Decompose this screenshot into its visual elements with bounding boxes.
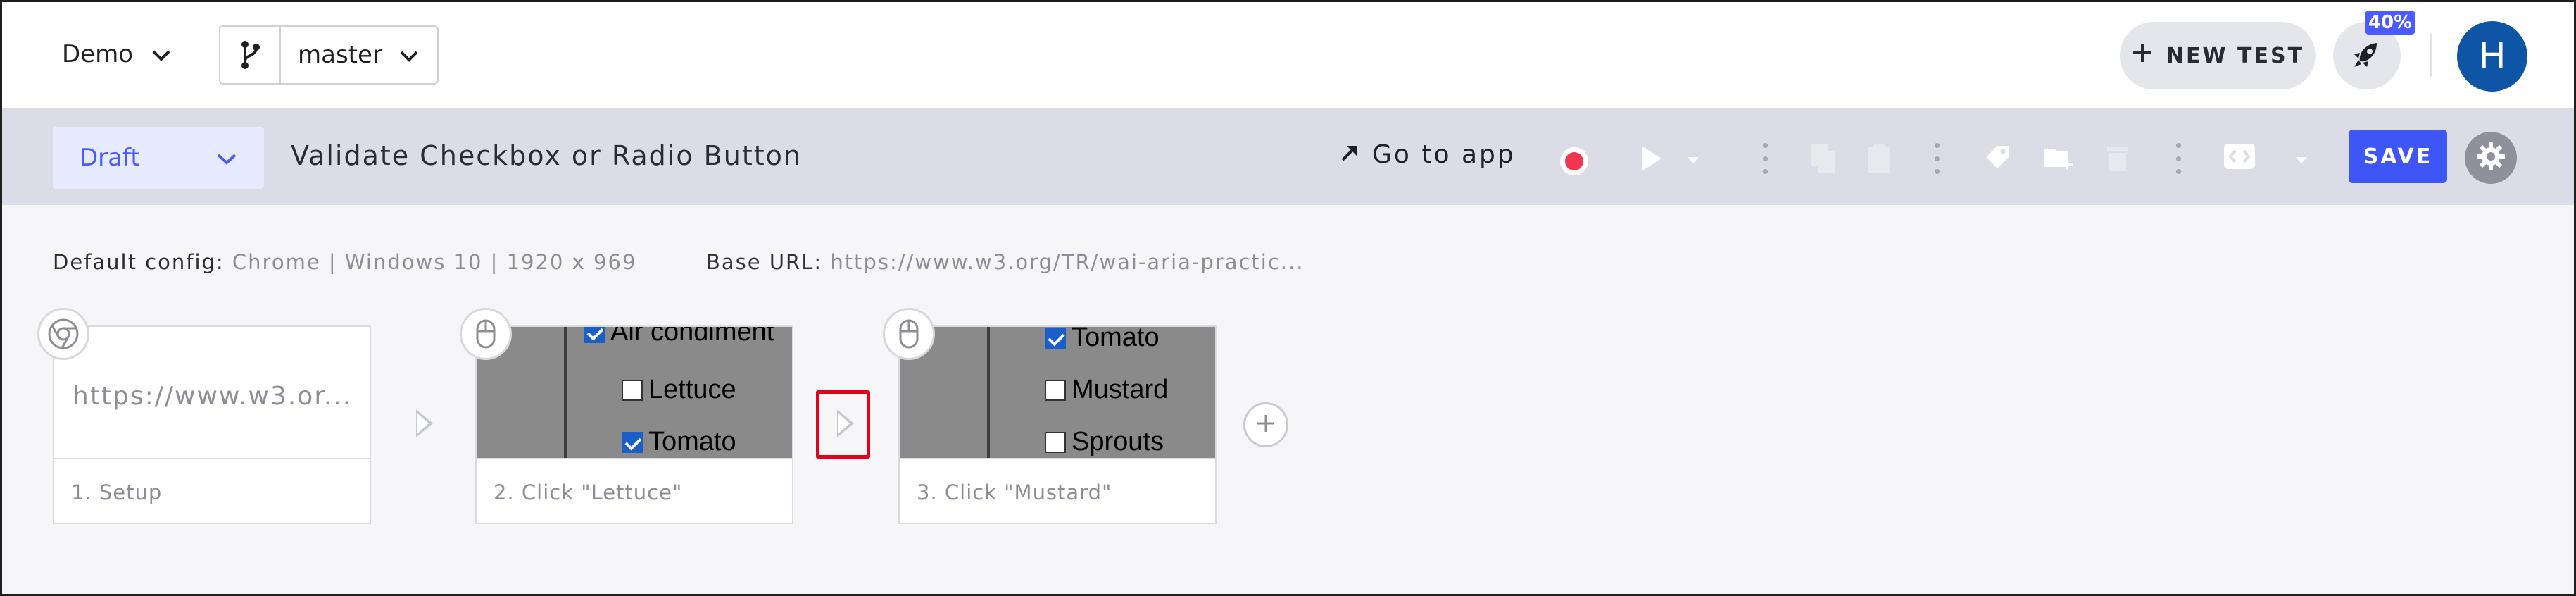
notification-badge: 40%	[2365, 11, 2415, 35]
record-icon	[1565, 152, 1583, 170]
step-screenshot: Air condiment Lettuce Tomato	[477, 327, 792, 458]
record-button[interactable]	[1560, 147, 1588, 175]
step-connector-inner	[417, 414, 429, 433]
top-bar: Demo master NEW TEST 40% H	[2, 2, 2574, 108]
rocket-icon	[2351, 39, 2382, 73]
plus-icon	[1255, 413, 1276, 437]
mouse-icon	[883, 308, 935, 360]
clipboard-icon	[1866, 143, 1892, 177]
run-button[interactable]	[1639, 143, 1664, 177]
delete-button[interactable]	[2106, 143, 2130, 175]
screenshot-row: Air condiment	[584, 327, 774, 347]
go-to-app-button[interactable]: Go to app	[1340, 140, 1516, 169]
tag-button[interactable]	[1983, 143, 2011, 174]
copy-icon	[1809, 143, 1836, 177]
default-config[interactable]: Default config: Chrome | Windows 10 | 19…	[53, 250, 636, 274]
chevron-down-icon	[399, 41, 419, 69]
default-config-value: Chrome | Windows 10 | 1920 x 969	[232, 250, 637, 274]
screenshot-row: Lettuce	[622, 375, 736, 405]
trash-icon	[2106, 143, 2130, 175]
tag-icon	[1983, 143, 2011, 174]
run-options-dropdown[interactable]	[1687, 154, 1699, 168]
branch-name: master	[298, 41, 382, 69]
add-to-folder-button[interactable]	[2043, 143, 2074, 174]
screenshot-row: Tomato	[622, 427, 736, 457]
folder-plus-icon	[2043, 143, 2074, 174]
base-url-label: Base URL:	[706, 250, 823, 274]
chevron-down-icon	[216, 144, 237, 172]
step-screenshot: Tomato Mustard Sprouts	[900, 327, 1215, 458]
avatar[interactable]: H	[2457, 21, 2527, 92]
caret-down-icon	[2295, 154, 2308, 168]
base-url[interactable]: Base URL: https://www.w3.org/TR/wai-aria…	[706, 250, 1304, 274]
arrow-up-right-icon	[1340, 140, 1359, 169]
step-caption: 1. Setup	[54, 458, 370, 524]
app-frame: Demo master NEW TEST 40% H Draft Validat…	[0, 0, 2576, 596]
step-card[interactable]: Air condiment Lettuce Tomato 2. Click "L…	[475, 325, 793, 524]
mouse-icon	[460, 308, 512, 360]
step-card[interactable]: https://www.w3.or... 1. Setup	[53, 325, 371, 524]
plus-icon	[2131, 42, 2154, 70]
git-branch-icon	[220, 27, 281, 83]
status-dropdown[interactable]: Draft	[53, 127, 264, 189]
status-label: Draft	[80, 144, 140, 172]
caret-down-icon	[1687, 154, 1699, 168]
gear-icon	[2475, 141, 2506, 175]
play-icon	[1639, 143, 1664, 177]
code-options-dropdown[interactable]	[2295, 154, 2308, 168]
step-caption: 3. Click "Mustard"	[900, 458, 1215, 524]
paste-button[interactable]	[1866, 143, 1892, 177]
screenshot-row: Mustard	[1045, 375, 1168, 405]
test-header-bar: Draft Validate Checkbox or Radio Button …	[2, 108, 2574, 205]
chrome-icon	[37, 308, 89, 360]
go-to-app-label: Go to app	[1372, 140, 1516, 169]
step-url: https://www.w3.or...	[73, 382, 353, 411]
project-selector[interactable]: Demo	[62, 36, 171, 73]
more-options-icon[interactable]	[1933, 143, 1941, 174]
more-options-icon[interactable]	[2174, 143, 2182, 174]
divider	[2430, 34, 2432, 77]
default-config-label: Default config:	[53, 250, 225, 274]
step-connector-inner	[838, 414, 850, 433]
screenshot-row: Sprouts	[1045, 427, 1164, 457]
project-name: Demo	[62, 40, 134, 68]
step-thumbnail: Tomato Mustard Sprouts	[900, 327, 1215, 458]
more-options-icon[interactable]	[1761, 143, 1769, 174]
settings-button[interactable]	[2465, 132, 2517, 184]
save-button[interactable]: SAVE	[2349, 130, 2447, 183]
screenshot-row: Tomato	[1045, 327, 1160, 353]
branch-selector[interactable]: master	[219, 25, 439, 85]
code-button[interactable]	[2223, 143, 2256, 173]
test-title[interactable]: Validate Checkbox or Radio Button	[291, 140, 802, 171]
add-step-button[interactable]	[1243, 402, 1288, 447]
step-card[interactable]: Tomato Mustard Sprouts 3. Click "Mustard…	[898, 325, 1217, 524]
new-test-label: NEW TEST	[2166, 43, 2305, 68]
step-thumbnail: Air condiment Lettuce Tomato	[477, 327, 792, 458]
code-icon	[2223, 143, 2256, 173]
copy-button[interactable]	[1809, 143, 1836, 177]
step-thumbnail: https://www.w3.or...	[54, 327, 370, 458]
step-caption: 2. Click "Lettuce"	[477, 458, 792, 524]
new-test-button[interactable]: NEW TEST	[2120, 22, 2316, 89]
chevron-down-icon	[151, 40, 171, 68]
base-url-value: https://www.w3.org/TR/wai-aria-practic..…	[830, 250, 1305, 274]
